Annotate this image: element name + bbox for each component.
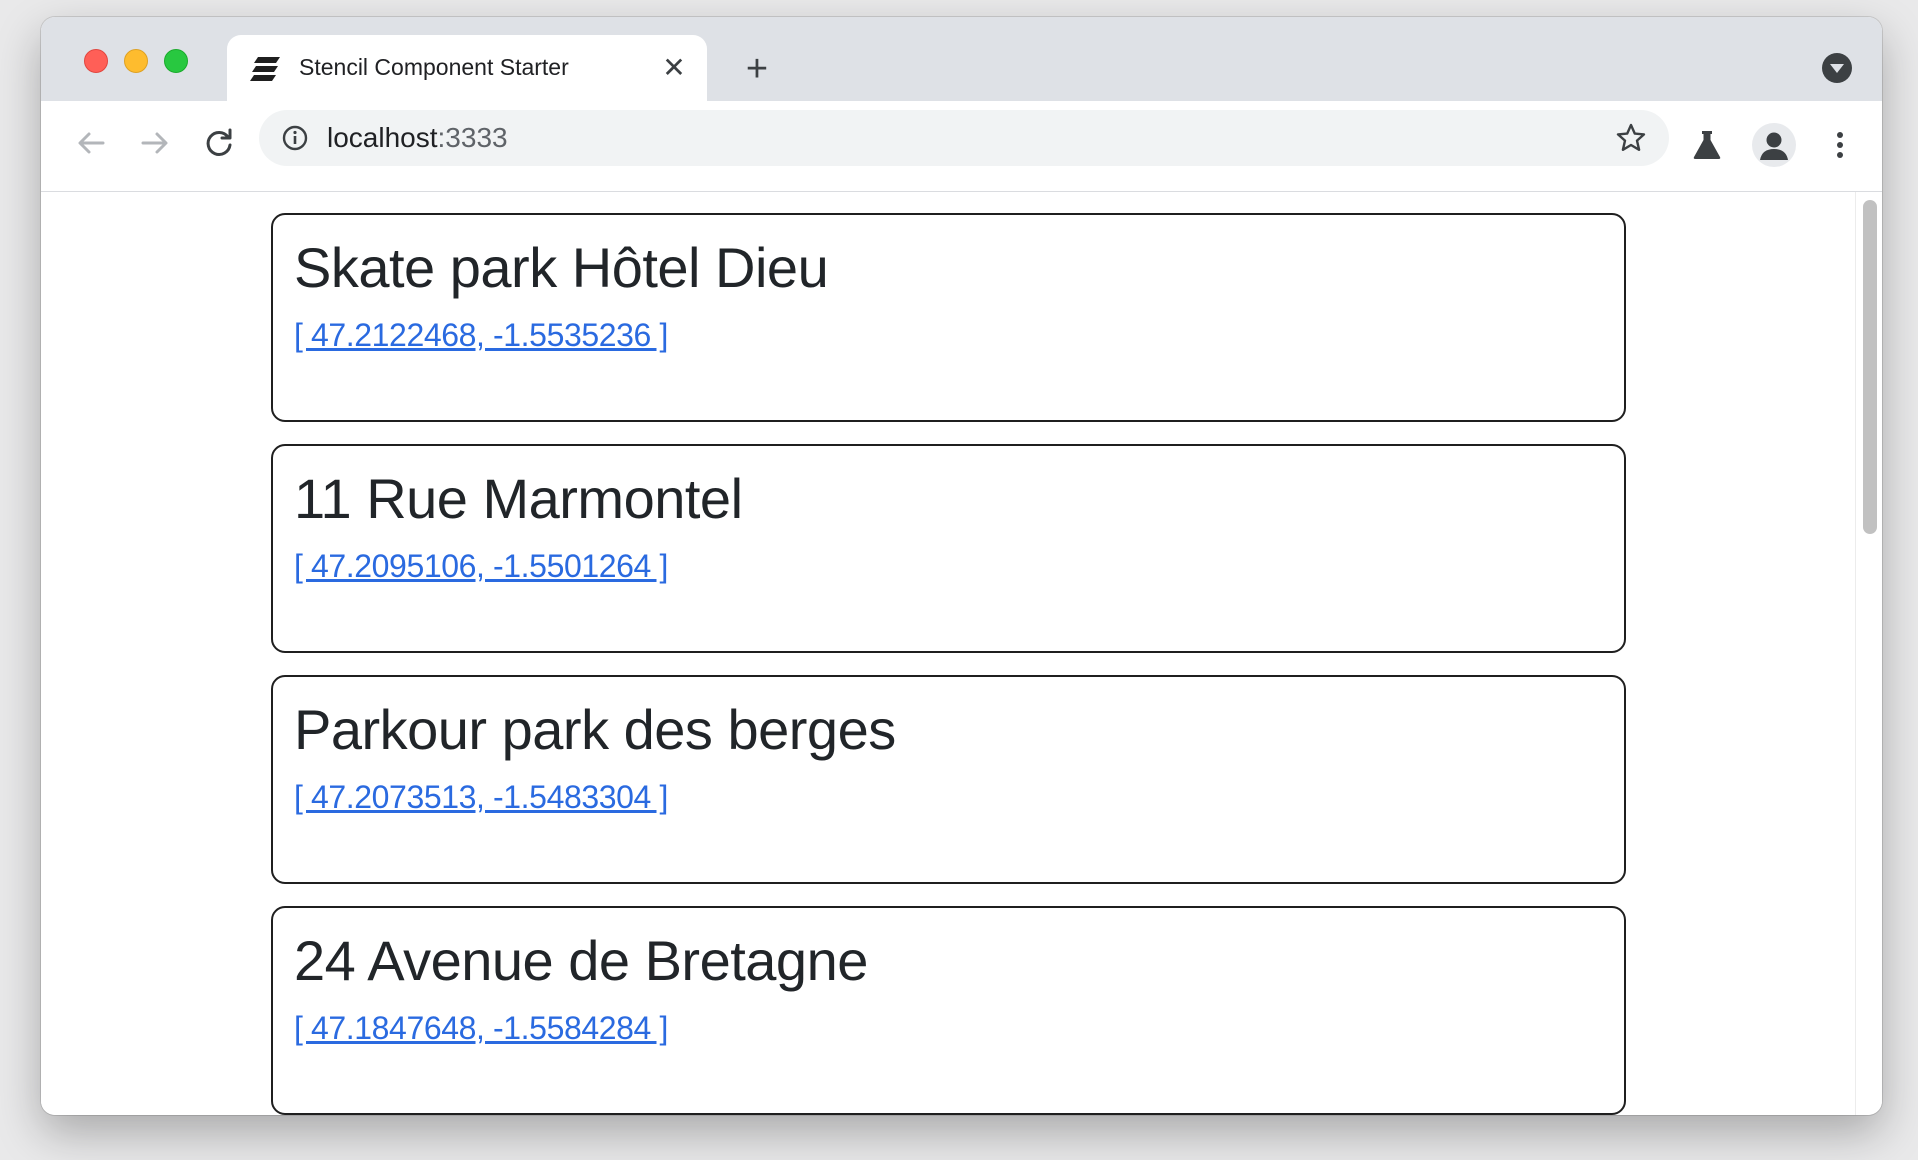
place-card: 11 Rue Marmontel [ 47.2095106, -1.550126… (271, 444, 1626, 653)
place-card: 24 Avenue de Bretagne [ 47.1847648, -1.5… (271, 906, 1626, 1115)
url-port: :3333 (437, 122, 508, 153)
forward-icon[interactable] (133, 121, 177, 165)
minimize-window-button[interactable] (124, 49, 148, 73)
zoom-window-button[interactable] (164, 49, 188, 73)
back-icon[interactable] (69, 121, 113, 165)
tab-search-icon[interactable] (1822, 53, 1852, 83)
place-coordinates-link[interactable]: [ 47.2073513, -1.5483304 ] (294, 779, 668, 816)
profile-avatar-icon[interactable] (1752, 123, 1796, 167)
place-coordinates-link[interactable]: [ 47.1847648, -1.5584284 ] (294, 1010, 668, 1047)
url-host: localhost (327, 122, 438, 153)
place-name: Parkour park des berges (294, 698, 896, 761)
close-window-button[interactable] (84, 49, 108, 73)
labs-flask-icon[interactable] (1689, 127, 1725, 163)
tab-title: Stencil Component Starter (299, 54, 569, 80)
address-bar[interactable]: localhost:3333 (259, 110, 1669, 166)
reload-icon[interactable] (197, 121, 241, 165)
place-card: Skate park Hôtel Dieu [ 47.2122468, -1.5… (271, 213, 1626, 422)
url-text: localhost:3333 (327, 122, 508, 154)
site-info-icon[interactable] (281, 124, 309, 152)
tab-strip: Stencil Component Starter ✕ + (41, 17, 1882, 101)
new-tab-icon[interactable]: + (739, 50, 775, 88)
place-name: Skate park Hôtel Dieu (294, 236, 829, 299)
scrollbar-thumb[interactable] (1863, 200, 1877, 534)
place-list: Skate park Hôtel Dieu [ 47.2122468, -1.5… (271, 213, 1626, 1115)
place-name: 11 Rue Marmontel (294, 467, 743, 530)
page-viewport: Skate park Hôtel Dieu [ 47.2122468, -1.5… (41, 192, 1855, 1115)
browser-toolbar: localhost:3333 (41, 101, 1882, 192)
place-coordinates-link[interactable]: [ 47.2095106, -1.5501264 ] (294, 548, 668, 585)
close-tab-icon[interactable]: ✕ (659, 53, 689, 83)
place-coordinates-link[interactable]: [ 47.2122468, -1.5535236 ] (294, 317, 668, 354)
place-card: Parkour park des berges [ 47.2073513, -1… (271, 675, 1626, 884)
stencil-logo-icon (250, 55, 282, 83)
tab-active[interactable]: Stencil Component Starter ✕ (227, 35, 707, 101)
place-name: 24 Avenue de Bretagne (294, 929, 868, 992)
bookmark-star-icon[interactable] (1615, 122, 1647, 154)
browser-window: Stencil Component Starter ✕ + localhost:… (41, 17, 1882, 1115)
vertical-scrollbar[interactable] (1855, 192, 1882, 1115)
kebab-menu-icon[interactable] (1822, 127, 1858, 163)
